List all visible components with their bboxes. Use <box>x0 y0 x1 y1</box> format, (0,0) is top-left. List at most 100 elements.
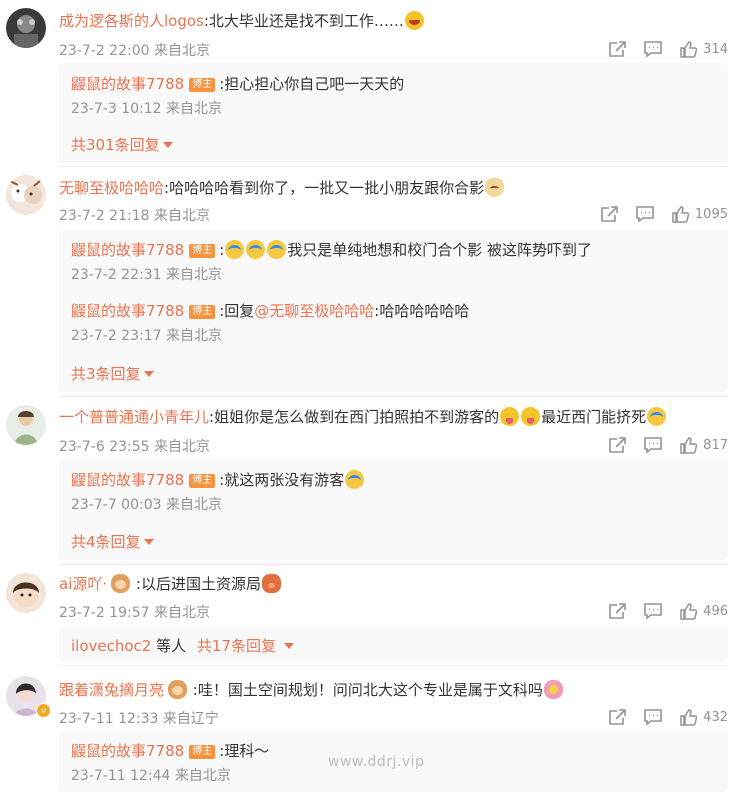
like-icon <box>680 436 698 454</box>
cry-emoji-icon <box>647 407 667 426</box>
user-badge-icon <box>111 574 131 593</box>
like-button[interactable]: 432 <box>680 708 728 726</box>
share-icon <box>609 708 626 725</box>
reply-box: ilovechoc2 等人 共17条回复 <box>59 628 728 662</box>
author-badge: 博主 <box>189 745 216 759</box>
reply-username-link[interactable]: 鼹鼠的故事7788 <box>71 75 184 93</box>
share-icon <box>609 436 626 453</box>
reply-box: 鼹鼠的故事7788 博主: 我只是单纯地想和校门合个影 被这阵势吓到了 23-7-2… <box>59 230 728 392</box>
username-link[interactable]: 跟着潇兔摘月亮 <box>59 681 164 699</box>
reply-text: :就这两张没有游客 <box>219 471 345 489</box>
comment-icon <box>644 602 662 620</box>
comment-text: :以后进国土资源局 <box>135 575 261 593</box>
divider <box>59 665 728 666</box>
share-button[interactable] <box>608 40 626 58</box>
like-button[interactable]: 314 <box>680 40 728 58</box>
comment-text: :哈哈哈哈看到你了，一批又一批小朋友跟你合影 <box>164 179 485 197</box>
like-button[interactable]: 496 <box>680 602 728 620</box>
flower-emoji-icon <box>543 680 563 699</box>
share-button[interactable] <box>608 602 626 620</box>
more-replies-link[interactable]: 共4条回复 <box>71 531 154 552</box>
avatar[interactable]: v <box>6 676 51 718</box>
avatar[interactable] <box>6 8 46 48</box>
comment-time: 23-7-2 21:18 来自北京 <box>59 208 210 224</box>
more-replies-link[interactable]: ilovechoc2 等人 共17条回复 <box>71 635 294 656</box>
reply-prefix: :回复 <box>219 302 255 320</box>
like-count: 1095 <box>694 206 728 222</box>
reply-username-link[interactable]: 鼹鼠的故事7788 <box>71 241 184 259</box>
comment-button[interactable] <box>644 602 662 620</box>
author-badge: 博主 <box>189 78 216 92</box>
user-badge-icon <box>168 680 188 699</box>
chevron-down-icon <box>143 539 154 545</box>
reply-time: 23-7-7 00:03 来自北京 <box>71 497 222 513</box>
reply-box: 鼹鼠的故事7788 博主:就这两张没有游客 23-7-7 00:03 来自北京 共… <box>59 460 728 560</box>
reply-username-link[interactable]: 鼹鼠的故事7788 <box>71 471 184 489</box>
reply-username-link[interactable]: 鼹鼠的故事7788 <box>71 742 184 760</box>
comment-button[interactable] <box>636 205 654 223</box>
author-badge: 博主 <box>189 474 216 488</box>
author-badge: 博主 <box>189 305 216 319</box>
reply-time: 23-7-2 23:17 来自北京 <box>71 328 222 344</box>
tongue-emoji-icon <box>521 407 541 426</box>
like-count: 314 <box>703 41 728 57</box>
like-icon <box>680 708 698 726</box>
chevron-down-icon <box>162 142 173 148</box>
reply-text: :理科～ <box>219 742 270 760</box>
cry-emoji-icon <box>267 240 287 259</box>
reply-summary-user[interactable]: ilovechoc2 <box>71 637 151 655</box>
author-badge: 博主 <box>189 244 216 258</box>
share-icon <box>609 40 626 57</box>
username-link[interactable]: 无聊至极哈哈哈 <box>59 179 164 197</box>
comment-button[interactable] <box>644 40 662 58</box>
reply-text: 我只是单纯地想和校门合个影 被这阵势吓到了 <box>287 241 593 259</box>
more-replies-link[interactable]: 共3条回复 <box>71 363 154 384</box>
comment-text: :哇！国土空间规划！问问北大这个专业是属于文科吗 <box>192 681 543 699</box>
like-button[interactable]: 817 <box>680 436 728 454</box>
reply-username-link[interactable]: 鼹鼠的故事7788 <box>71 302 184 320</box>
comment-time: 23-7-11 12:33 来自辽宁 <box>59 711 219 727</box>
comment-button[interactable] <box>644 708 662 726</box>
reply-text: :担心担心你自己吧一天天的 <box>219 75 405 93</box>
username-link[interactable]: 一个普普通通小青年儿 <box>59 408 209 426</box>
comment-text: :北大毕业还是找不到工作…… <box>203 12 404 30</box>
reply-box: 鼹鼠的故事7788 博主:担心担心你自己吧一天天的 23-7-3 10:12 来自… <box>59 63 728 163</box>
tongue-emoji-icon <box>500 407 520 426</box>
reply-time: 23-7-3 10:12 来自北京 <box>71 101 222 117</box>
verified-badge-icon: v <box>36 703 51 718</box>
comment-icon <box>644 436 662 454</box>
avatar[interactable] <box>6 405 46 445</box>
cry-emoji-icon <box>246 240 266 259</box>
watermark: www.ddrj.vip <box>328 754 425 770</box>
like-count: 432 <box>703 709 728 725</box>
share-button[interactable] <box>608 708 626 726</box>
share-icon <box>601 205 618 222</box>
like-count: 817 <box>703 437 728 453</box>
username-link[interactable]: 成为逻各斯的人logos <box>59 12 204 30</box>
mention-link[interactable]: @无聊至极哈哈哈 <box>254 302 374 320</box>
like-icon <box>680 602 698 620</box>
share-button[interactable] <box>608 436 626 454</box>
username-link[interactable]: ai源吖· <box>59 575 107 593</box>
share-button[interactable] <box>600 205 618 223</box>
chevron-down-icon <box>284 643 294 649</box>
comment-text: :姐姐你是怎么做到在西门拍照拍不到游客的 <box>209 408 500 426</box>
share-icon <box>609 602 626 619</box>
divider <box>59 166 728 167</box>
comment-time: 23-7-2 22:00 来自北京 <box>59 43 210 59</box>
avatar[interactable] <box>6 175 46 215</box>
cat-emoji-icon <box>485 178 505 197</box>
comment-time: 23-7-6 23:55 来自北京 <box>59 439 210 455</box>
divider <box>59 564 728 565</box>
avatar[interactable] <box>6 573 46 613</box>
reply-text: :哈哈哈哈哈哈 <box>374 302 470 320</box>
laugh-emoji-icon <box>404 11 424 30</box>
like-icon <box>680 40 698 58</box>
like-count: 496 <box>703 603 728 619</box>
more-replies-link[interactable]: 共301条回复 <box>71 134 173 155</box>
divider <box>59 396 728 397</box>
comment-icon <box>644 40 662 58</box>
comment-icon <box>636 205 654 223</box>
comment-button[interactable] <box>644 436 662 454</box>
like-button[interactable]: 1095 <box>672 205 728 223</box>
